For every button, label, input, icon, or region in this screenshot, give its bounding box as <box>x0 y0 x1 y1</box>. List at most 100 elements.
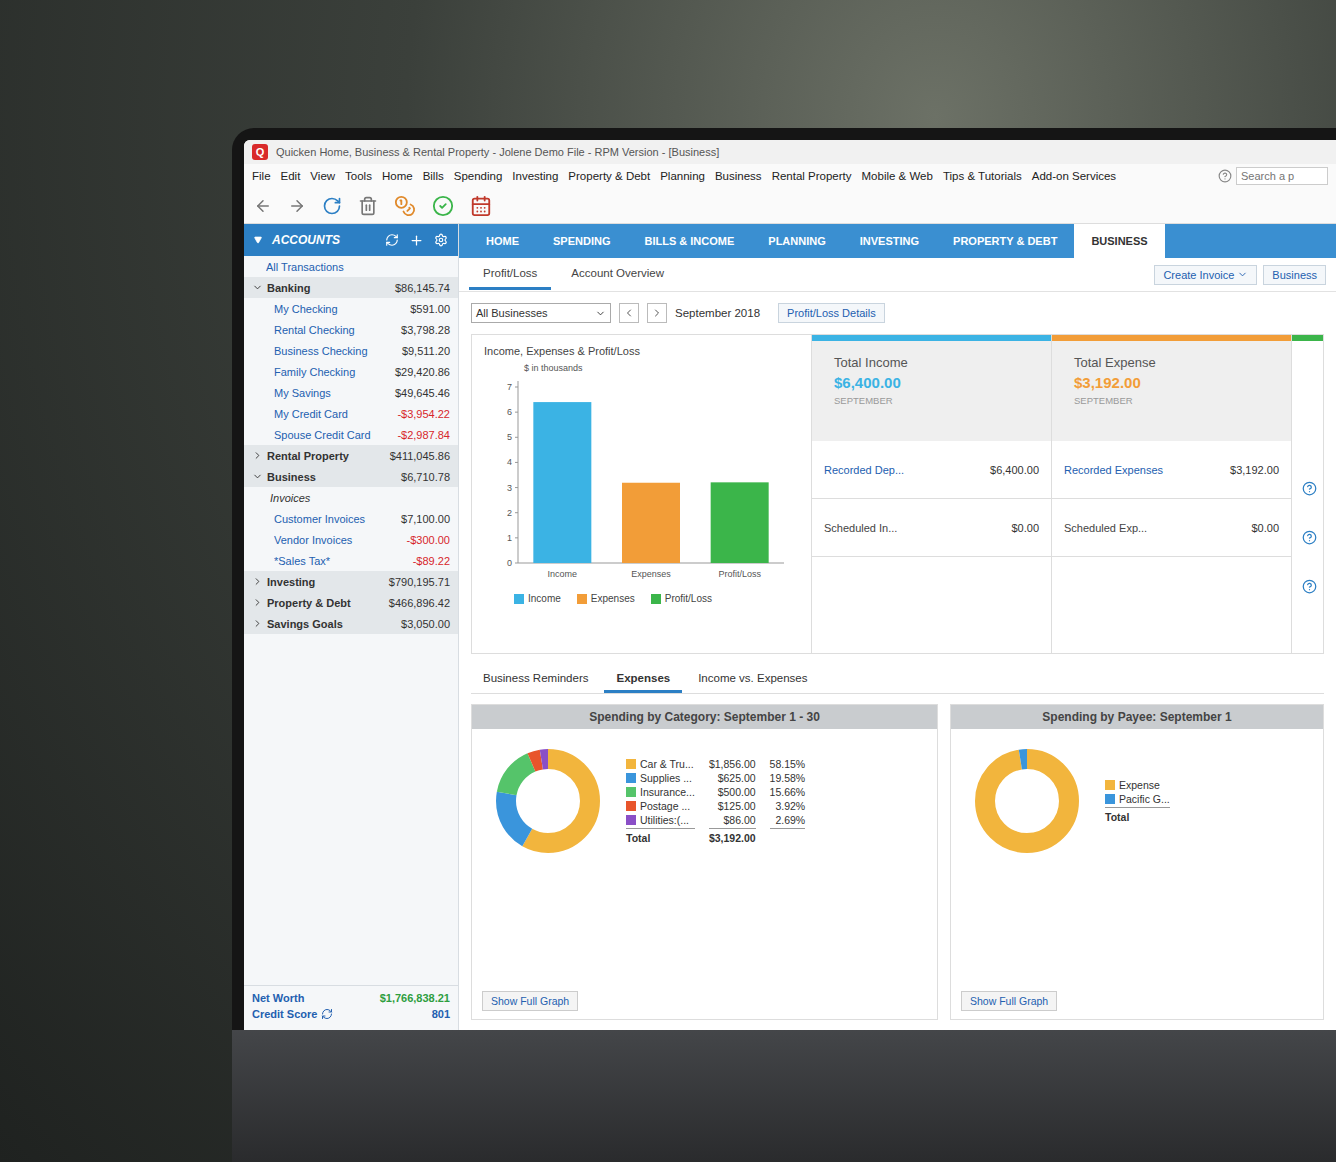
account-row[interactable]: Spouse Credit Card-$2,987.84 <box>244 424 458 445</box>
category-donut <box>488 741 608 861</box>
menu-item[interactable]: Mobile & Web <box>862 170 933 182</box>
search-input[interactable] <box>1236 167 1328 185</box>
account-row[interactable]: Business Checking$9,511.20 <box>244 340 458 361</box>
category-panel: Spending by Category: September 1 - 30Ca… <box>471 704 938 1020</box>
forward-icon[interactable] <box>288 197 306 215</box>
menu-item[interactable]: Business <box>715 170 762 182</box>
business-select[interactable]: All Businesses <box>471 303 611 323</box>
account-group[interactable]: Savings Goals$3,050.00 <box>244 613 458 634</box>
help-icon[interactable] <box>1302 530 1317 545</box>
menu-bar: File Edit View Tools Home Bills Spending Invest… <box>244 164 1336 188</box>
update-icon[interactable] <box>322 196 342 216</box>
menu-item[interactable]: Edit <box>281 170 301 182</box>
credit-score[interactable]: Credit Score801 <box>252 1008 450 1020</box>
photo-background: QQuicken Home, Business & Rental Propert… <box>0 0 1336 1162</box>
account-row[interactable]: My Checking$591.00 <box>244 298 458 319</box>
legend-percent: 19.58% <box>770 772 806 784</box>
chart-title: Income, Expenses & Profit/Loss <box>484 345 799 357</box>
all-transactions[interactable]: All Transactions <box>244 256 458 277</box>
axis-tick: 7 <box>507 382 512 392</box>
menu-item[interactable]: File <box>252 170 271 182</box>
next-icon[interactable] <box>651 307 663 319</box>
bottom-tab[interactable]: Expenses <box>604 666 682 693</box>
coins-icon[interactable] <box>394 195 416 217</box>
collapsed-icon[interactable] <box>252 576 263 587</box>
reconcile-icon[interactable] <box>432 195 454 217</box>
previous-button[interactable] <box>619 303 639 323</box>
account-group[interactable]: Property & Debt$466,896.42 <box>244 592 458 613</box>
menu-item[interactable]: Planning <box>660 170 705 182</box>
menu-item[interactable]: Add-on Services <box>1032 170 1116 182</box>
account-group[interactable]: Banking$86,145.74 <box>244 277 458 298</box>
main-tab[interactable]: SPENDING <box>536 224 627 258</box>
account-row[interactable]: Vendor Invoices-$300.00 <box>244 529 458 550</box>
account-row[interactable]: My Credit Card-$3,954.22 <box>244 403 458 424</box>
legend-item: Income <box>514 593 561 604</box>
show-graph-button[interactable]: Show Full Graph <box>961 991 1057 1011</box>
net-worth: Net Worth$1,766,838.21 <box>252 992 450 1004</box>
menu-item[interactable]: Property & Debt <box>568 170 650 182</box>
keyboard <box>232 1030 1336 1162</box>
account-group[interactable]: Investing$790,195.71 <box>244 571 458 592</box>
menu-item[interactable]: Investing <box>512 170 558 182</box>
action-button[interactable]: Business <box>1263 265 1326 285</box>
card-row[interactable]: Recorded Expenses$3,192.00 <box>1052 441 1291 499</box>
dropdown-icon[interactable] <box>595 308 606 319</box>
menu-item[interactable]: Tips & Tutorials <box>943 170 1022 182</box>
account-row[interactable]: Family Checking$29,420.86 <box>244 361 458 382</box>
dropdown-icon[interactable] <box>1237 269 1248 280</box>
next-button[interactable] <box>647 303 667 323</box>
action-button[interactable]: Create Invoice <box>1154 265 1257 285</box>
sidebar-footer: Net Worth$1,766,838.21 Credit Score801 <box>244 985 458 1030</box>
account-group[interactable]: Rental Property$411,045.86 <box>244 445 458 466</box>
main-tab[interactable]: BILLS & INCOME <box>627 224 751 258</box>
menu-item[interactable]: Spending <box>454 170 503 182</box>
account-row[interactable]: My Savings$49,645.46 <box>244 382 458 403</box>
account-row[interactable]: Rental Checking$3,798.28 <box>244 319 458 340</box>
bar-label: Profit/Loss <box>718 569 761 579</box>
collapsed-icon[interactable] <box>252 450 263 461</box>
card-row[interactable]: Recorded Dep...$6,400.00 <box>812 441 1051 499</box>
menu-item[interactable]: Bills <box>423 170 444 182</box>
help-icon[interactable] <box>1302 481 1317 496</box>
details-button[interactable]: Profit/Loss Details <box>778 303 885 323</box>
bottom-tab[interactable]: Income vs. Expenses <box>686 666 819 693</box>
legend-amount: $625.00 <box>709 772 756 784</box>
collapsed-icon[interactable] <box>252 597 263 608</box>
summary-row: Income, Expenses & Profit/Loss$ in thous… <box>471 334 1324 654</box>
sub-tabs: Profit/LossAccount Overview Create Invoic… <box>459 258 1336 292</box>
main-tab[interactable]: PROPERTY & DEBT <box>936 224 1074 258</box>
help-icon[interactable] <box>1218 169 1232 183</box>
refresh-icon[interactable] <box>385 233 399 247</box>
main-tab[interactable]: BUSINESS <box>1074 224 1164 258</box>
sub-tab[interactable]: Profit/Loss <box>469 259 551 290</box>
account-row[interactable]: *Sales Tax*-$89.22 <box>244 550 458 571</box>
account-group[interactable]: Business$6,710.78 <box>244 466 458 487</box>
collapsed-icon[interactable] <box>252 618 263 629</box>
previous-icon[interactable] <box>623 307 635 319</box>
refresh-icon[interactable] <box>321 1008 333 1020</box>
account-row[interactable]: Customer Invoices$7,100.00 <box>244 508 458 529</box>
search <box>1218 167 1328 185</box>
collapse-icon[interactable] <box>254 236 262 244</box>
show-graph-button[interactable]: Show Full Graph <box>482 991 578 1011</box>
main-tab[interactable]: PLANNING <box>751 224 842 258</box>
sub-tab[interactable]: Account Overview <box>557 259 678 290</box>
main-tab[interactable]: HOME <box>469 224 536 258</box>
calendar-icon[interactable] <box>470 195 492 217</box>
settings-icon[interactable] <box>434 233 448 247</box>
payee-legend: ExpensePacific G...Total <box>1105 779 1198 823</box>
menu-item[interactable]: Rental Property <box>772 170 852 182</box>
help-icon[interactable] <box>1302 579 1317 594</box>
add-icon[interactable] <box>409 233 424 248</box>
back-icon[interactable] <box>254 197 272 215</box>
donut-segment <box>985 759 1069 843</box>
menu-item[interactable]: View <box>310 170 335 182</box>
delete-icon[interactable] <box>358 196 378 216</box>
expanded-icon[interactable] <box>252 282 263 293</box>
menu-item[interactable]: Tools <box>345 170 372 182</box>
main-tab[interactable]: INVESTING <box>843 224 936 258</box>
bottom-tab[interactable]: Business Reminders <box>471 666 600 693</box>
menu-item[interactable]: Home <box>382 170 413 182</box>
expanded-icon[interactable] <box>252 471 263 482</box>
